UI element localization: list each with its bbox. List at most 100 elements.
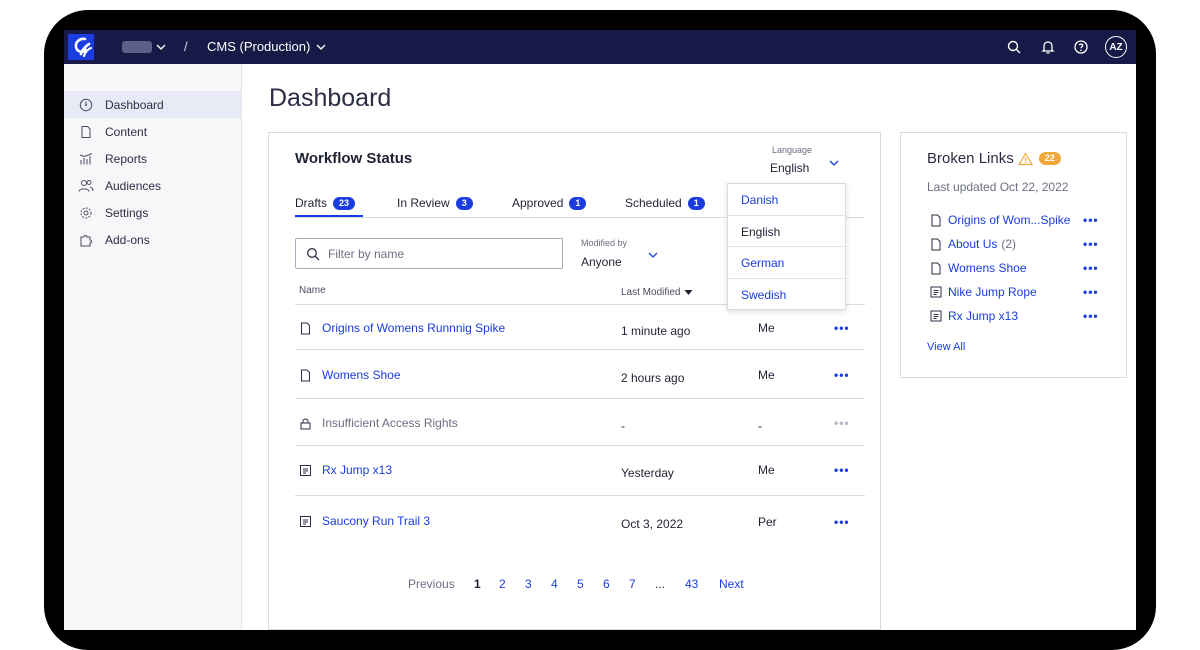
more-actions-button[interactable]: •••	[1083, 285, 1099, 299]
last-updated-text: Last updated Oct 22, 2022	[927, 180, 1069, 194]
row-name-text: Origins of Womens Runnnig Spike	[322, 321, 506, 335]
pagination-page[interactable]: 2	[499, 577, 506, 591]
broken-link-item[interactable]: Origins of Wom...Spike	[930, 213, 1070, 227]
chevron-down-icon[interactable]	[155, 40, 167, 58]
row-modified-by: Me	[758, 368, 775, 382]
sidebar-item-reports[interactable]: Reports	[64, 145, 241, 172]
user-avatar[interactable]: AZ	[1105, 36, 1127, 58]
sidebar-item-dashboard[interactable]: Dashboard	[64, 91, 241, 118]
row-divider	[295, 445, 865, 446]
pagination-page[interactable]: 1	[474, 577, 481, 591]
pagination-next[interactable]: Next	[719, 577, 744, 591]
pagination-previous[interactable]: Previous	[408, 577, 455, 591]
row-name-link[interactable]: Origins of Womens Runnnig Spike	[299, 321, 505, 335]
tab-scheduled[interactable]: Scheduled 1	[625, 196, 705, 210]
more-actions-button[interactable]: •••	[834, 515, 850, 529]
broken-link-item[interactable]: Womens Shoe	[930, 261, 1027, 275]
row-modified-by: Me	[758, 463, 775, 477]
language-select[interactable]: English	[770, 161, 809, 175]
broken-link-label: About Us	[948, 237, 998, 251]
broken-link-label: Womens Shoe	[948, 261, 1027, 275]
logo-icon[interactable]	[64, 30, 98, 64]
count-badge: 23	[333, 196, 356, 210]
sidebar-item-add-ons[interactable]: Add-ons	[64, 226, 241, 253]
more-actions-button[interactable]: •••	[1083, 309, 1099, 323]
project-switcher[interactable]: CMS (Production)	[207, 39, 327, 54]
pagination-page[interactable]: 7	[629, 577, 636, 591]
count-badge: 3	[455, 196, 473, 210]
pagination-page[interactable]: 3	[525, 577, 532, 591]
tab-drafts[interactable]: Drafts 23	[295, 196, 356, 210]
row-name-text: Womens Shoe	[322, 368, 401, 382]
language-option-danish[interactable]: Danish	[728, 184, 845, 215]
gear-icon	[77, 206, 95, 220]
chevron-down-icon[interactable]	[647, 248, 659, 266]
sidebar-item-label: Content	[105, 124, 148, 139]
row-name-link[interactable]: Rx Jump x13	[299, 463, 392, 477]
column-header-label: Last Modified	[621, 287, 681, 298]
search-icon	[306, 247, 320, 261]
broken-links-header: Broken Links 22	[927, 150, 1061, 167]
sidebar-item-content[interactable]: Content	[64, 118, 241, 145]
document-icon	[931, 238, 941, 250]
row-name-link[interactable]: Womens Shoe	[299, 368, 401, 382]
pagination-page[interactable]: 6	[603, 577, 610, 591]
block-icon	[300, 464, 311, 476]
row-name-text: Saucony Run Trail 3	[322, 514, 431, 528]
search-icon[interactable]	[1004, 37, 1024, 57]
sidebar: Dashboard Content Reports Audiences Sett…	[64, 64, 242, 630]
row-name-locked: Insufficient Access Rights	[299, 416, 458, 430]
row-name-link[interactable]: Saucony Run Trail 3	[299, 514, 430, 528]
top-bar: / CMS (Production) AZ	[64, 30, 1136, 64]
broken-link-label: Nike Jump Rope	[948, 285, 1037, 299]
tab-in-review[interactable]: In Review 3	[397, 196, 473, 210]
filter-by-name-input[interactable]	[328, 246, 538, 261]
document-icon	[931, 262, 941, 274]
broken-link-item[interactable]: Nike Jump Rope	[930, 285, 1037, 299]
count-badge: 1	[569, 196, 587, 210]
puzzle-icon	[77, 233, 95, 247]
block-icon	[930, 310, 942, 322]
document-icon	[301, 322, 310, 334]
pagination-page[interactable]: 4	[551, 577, 558, 591]
column-header-name[interactable]: Name	[299, 285, 326, 296]
language-option-english[interactable]: English	[728, 216, 845, 247]
pagination-page[interactable]: 43	[685, 577, 698, 591]
lock-icon	[300, 418, 311, 429]
breadcrumb-separator: /	[184, 39, 188, 54]
more-actions-button[interactable]: •••	[834, 321, 850, 335]
pagination-page[interactable]: 5	[577, 577, 584, 591]
row-divider	[295, 398, 865, 399]
filter-input-wrapper[interactable]	[295, 238, 563, 269]
language-option-swedish[interactable]: Swedish	[728, 279, 845, 310]
broken-link-count: (2)	[1001, 237, 1017, 251]
sort-down-icon	[684, 290, 693, 295]
app-screen: / CMS (Production) AZ Dashboard Content	[64, 30, 1136, 630]
broken-link-item[interactable]: Rx Jump x13	[930, 309, 1018, 323]
sidebar-item-settings[interactable]: Settings	[64, 199, 241, 226]
chevron-down-icon	[316, 44, 326, 50]
tab-approved[interactable]: Approved 1	[512, 196, 587, 210]
document-icon	[931, 214, 941, 226]
more-actions-button[interactable]: •••	[834, 368, 850, 382]
sidebar-item-audiences[interactable]: Audiences	[64, 172, 241, 199]
more-actions-button[interactable]: •••	[1083, 261, 1099, 275]
view-all-link[interactable]: View All	[927, 341, 965, 353]
modified-by-select[interactable]: Anyone	[581, 255, 622, 269]
document-icon	[77, 125, 95, 139]
row-modified-by: Me	[758, 321, 775, 335]
sidebar-item-label: Add-ons	[105, 232, 150, 247]
help-icon[interactable]	[1071, 37, 1091, 57]
more-actions-button[interactable]: •••	[1083, 237, 1099, 251]
bell-icon[interactable]	[1038, 37, 1058, 57]
more-actions-button[interactable]: •••	[1083, 213, 1099, 227]
chevron-down-icon[interactable]	[828, 156, 840, 174]
column-header-last-modified[interactable]: Last Modified	[621, 287, 693, 298]
more-actions-button[interactable]: •••	[834, 463, 850, 477]
language-option-german[interactable]: German	[728, 247, 845, 278]
org-name-redacted[interactable]	[122, 41, 152, 53]
broken-link-item[interactable]: About Us (2)	[930, 237, 1016, 251]
row-name-text: Rx Jump x13	[322, 463, 393, 477]
broken-links-count-badge: 22	[1038, 152, 1061, 165]
row-divider	[295, 495, 865, 496]
